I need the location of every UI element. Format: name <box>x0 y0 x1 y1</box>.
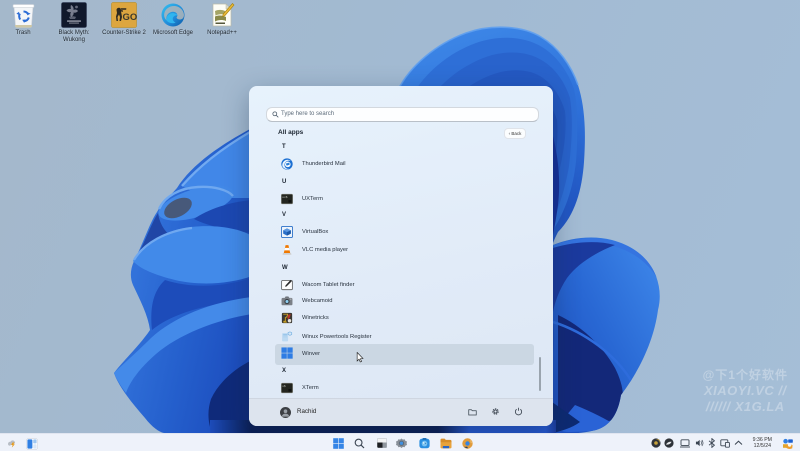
svg-text:GO: GO <box>123 12 138 23</box>
svg-text:ux$: ux$ <box>282 195 287 199</box>
svg-text:x$: x$ <box>282 384 286 388</box>
